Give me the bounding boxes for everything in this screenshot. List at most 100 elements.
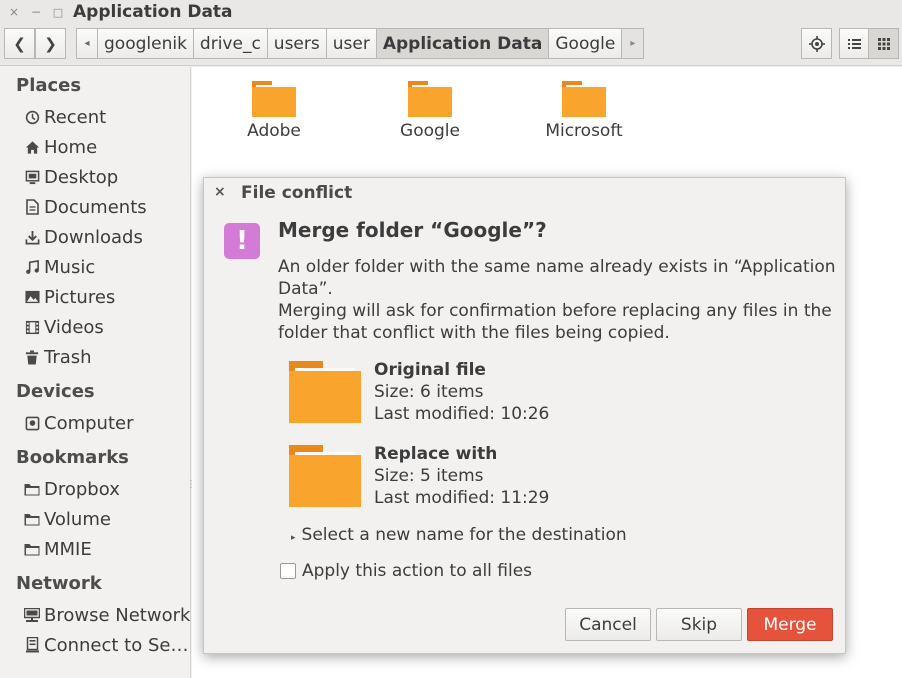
window-close-button[interactable]: × — [3, 5, 25, 19]
dialog-title: File conflict — [241, 183, 353, 203]
file-item-microsoft[interactable]: Microsoft — [524, 81, 644, 141]
sidebar-item-dropbox[interactable]: Dropbox — [22, 476, 120, 502]
original-file-modified: Last modified: 10:26 — [374, 404, 550, 424]
sidebar-item-music[interactable]: Music — [22, 254, 95, 280]
sidebar-item-mmie[interactable]: MMIE — [22, 536, 92, 562]
back-button[interactable]: ❮ — [4, 28, 35, 59]
forward-button[interactable]: ❯ — [35, 28, 66, 59]
sidebar-item-label: Dropbox — [44, 478, 120, 500]
folder-icon — [22, 510, 42, 528]
server-icon — [22, 636, 42, 654]
video-icon — [22, 318, 42, 336]
sidebar-item-pictures[interactable]: Pictures — [22, 284, 115, 310]
sidebar-item-label: Videos — [44, 316, 104, 338]
document-icon — [22, 198, 42, 216]
original-file-info: Original file Size: 6 items Last modifie… — [374, 359, 549, 425]
crosshair-icon — [808, 35, 825, 52]
sidebar-item-label: Recent — [44, 106, 107, 128]
replacement-file-size: Size: 5 items — [374, 466, 484, 486]
sidebar-item-label: Browse Network — [44, 604, 191, 626]
picture-icon — [22, 288, 42, 306]
sidebar-item-documents[interactable]: Documents — [22, 194, 147, 220]
expander-label: Select a new name for the destination — [301, 525, 627, 545]
breadcrumb-item[interactable]: users — [267, 28, 327, 59]
clock-icon — [22, 108, 42, 126]
sidebar-item-browse-network[interactable]: Browse Network — [22, 602, 190, 628]
sidebar-heading-bookmarks: Bookmarks — [16, 447, 129, 468]
sidebar-item-label: Downloads — [44, 226, 143, 248]
sidebar-item-home[interactable]: Home — [22, 134, 97, 160]
apply-all-checkbox[interactable] — [280, 563, 296, 579]
merge-button[interactable]: Merge — [747, 608, 833, 641]
file-name: Adobe — [247, 121, 301, 141]
breadcrumb-item[interactable]: user — [326, 28, 377, 59]
breadcrumb-scroll-left-button[interactable]: ◂ — [76, 28, 98, 59]
location-button[interactable] — [801, 28, 832, 59]
sidebar-item-label: Pictures — [44, 286, 116, 308]
sidebar-heading-devices: Devices — [16, 381, 95, 402]
window-maximize-button[interactable]: □ — [47, 6, 69, 19]
sidebar-item-computer[interactable]: Computer — [22, 410, 133, 436]
replacement-folder-icon — [289, 445, 361, 507]
file-conflict-dialog: × File conflict ! Merge folder “Google”?… — [203, 177, 846, 654]
network-icon — [22, 606, 42, 624]
file-name: Google — [400, 121, 460, 141]
home-icon — [22, 138, 42, 156]
desktop-icon — [22, 168, 42, 186]
download-icon — [22, 228, 42, 246]
expander-arrow-icon: ▸ — [291, 533, 296, 543]
breadcrumb-item[interactable]: drive_c — [193, 28, 268, 59]
apply-all-label: Apply this action to all files — [302, 561, 533, 581]
breadcrumb-item-active[interactable]: Application Data — [376, 28, 550, 59]
replacement-file-info: Replace with Size: 5 items Last modified… — [374, 443, 549, 509]
sidebar-item-label: MMIE — [44, 538, 92, 560]
replacement-file-label: Replace with — [374, 444, 498, 464]
breadcrumb-item[interactable]: Google — [549, 28, 623, 59]
list-view-button[interactable] — [839, 28, 870, 59]
breadcrumb-item[interactable]: googlenik — [98, 28, 194, 59]
file-item-adobe[interactable]: Adobe — [214, 81, 334, 141]
warning-icon: ! — [224, 223, 260, 259]
window-title: Application Data — [73, 2, 233, 22]
grid-view-icon — [877, 37, 890, 50]
sidebar-item-label: Documents — [44, 196, 147, 218]
sidebar-item-connect-to-server[interactable]: Connect to Se… — [22, 632, 188, 658]
sidebar-item-recent[interactable]: Recent — [22, 104, 106, 130]
sidebar-item-label: Music — [44, 256, 96, 278]
music-icon — [22, 258, 42, 276]
file-item-google[interactable]: Google — [370, 81, 490, 141]
sidebar-item-label: Desktop — [44, 166, 119, 188]
sidebar-item-videos[interactable]: Videos — [22, 314, 104, 340]
folder-icon — [562, 81, 606, 117]
sidebar-item-downloads[interactable]: Downloads — [22, 224, 143, 250]
skip-button[interactable]: Skip — [656, 608, 742, 641]
sidebar-item-volume[interactable]: Volume — [22, 506, 111, 532]
dialog-close-button[interactable]: × — [214, 184, 226, 200]
dialog-message: An older folder with the same name alrea… — [278, 257, 836, 299]
sidebar-item-label: Connect to Se… — [44, 634, 189, 656]
back-arrow-icon: ❮ — [13, 34, 26, 53]
sidebar-item-trash[interactable]: Trash — [22, 344, 92, 370]
new-name-expander[interactable]: ▸ Select a new name for the destination — [291, 525, 627, 545]
sidebar-item-label: Home — [44, 136, 98, 158]
trash-icon — [22, 348, 42, 366]
folder-icon — [22, 480, 42, 498]
folder-icon — [22, 540, 42, 558]
replacement-file-modified: Last modified: 11:29 — [374, 488, 550, 508]
toolbar: ❮ ❯ ◂ googlenik drive_c users user Appli… — [0, 24, 902, 66]
cancel-button[interactable]: Cancel — [565, 608, 651, 641]
breadcrumb-scroll-right-button[interactable]: ▸ — [622, 28, 645, 59]
sidebar-item-label: Volume — [44, 508, 111, 530]
sidebar-item-label: Computer — [44, 412, 134, 434]
file-name: Microsoft — [545, 121, 623, 141]
sidebar-heading-network: Network — [16, 573, 102, 594]
grid-view-button[interactable] — [868, 28, 899, 59]
original-file-label: Original file — [374, 360, 486, 380]
title-bar: × − □ Application Data — [0, 0, 902, 24]
sidebar-item-desktop[interactable]: Desktop — [22, 164, 118, 190]
apply-all-row[interactable]: Apply this action to all files — [280, 561, 532, 581]
list-view-icon — [847, 38, 861, 49]
window-minimize-button[interactable]: − — [25, 5, 47, 19]
dialog-message-detail: Merging will ask for confirmation before… — [278, 301, 832, 343]
original-folder-icon — [289, 361, 361, 423]
